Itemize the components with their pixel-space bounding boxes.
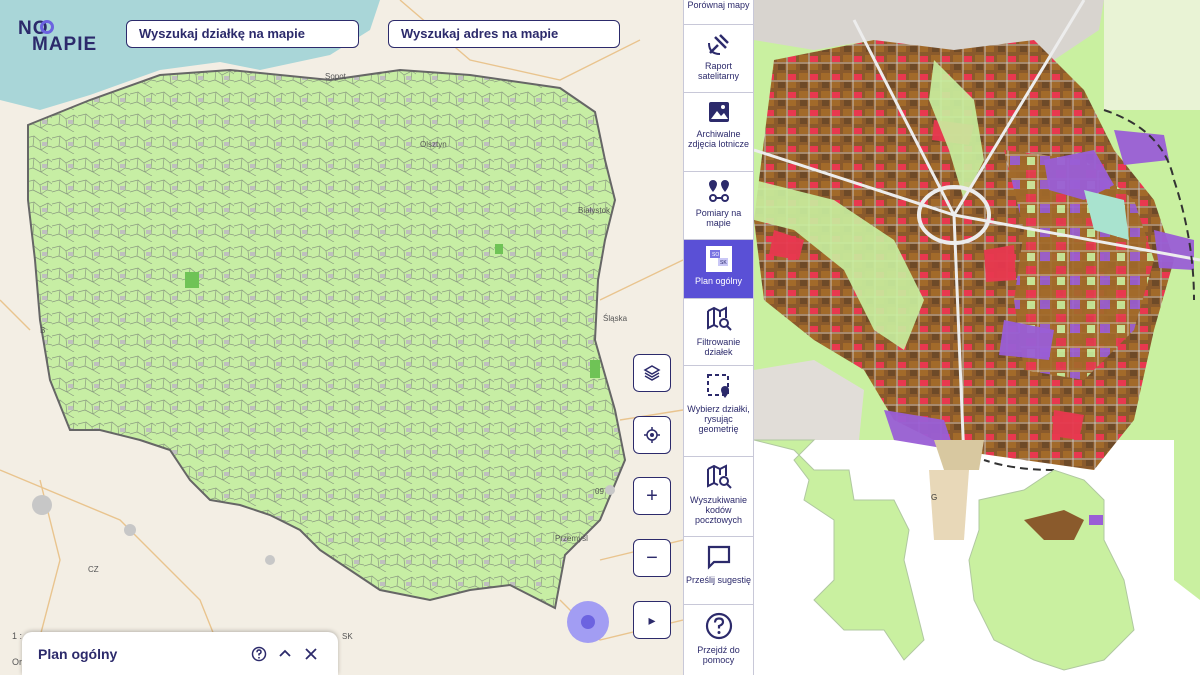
city-highlight [185, 272, 199, 288]
tool-aerial-photos[interactable]: Archiwalne zdjęcia lotnicze [684, 93, 753, 172]
country-shape [27, 68, 627, 610]
tool-general-plan-label: Plan ogólny [694, 276, 743, 286]
plan-fragment-label: G [931, 493, 937, 502]
map-view[interactable]: NO MAPIE Wyszukaj działkę na mapie Wyszu… [0, 0, 683, 675]
collapse-icon[interactable] [274, 643, 296, 665]
parcel-search-input[interactable]: Wyszukaj działkę na mapie [126, 20, 359, 48]
tool-compare-maps[interactable]: Porównaj mapy [684, 0, 753, 25]
help-icon[interactable] [248, 643, 270, 665]
tool-general-plan[interactable]: SO SK Plan ogólny [684, 240, 753, 299]
zoom-in-button[interactable]: + [633, 477, 671, 515]
tool-aerial-photos-label: Archiwalne zdjęcia lotnicze [687, 129, 750, 149]
layer-panel-title: Plan ogólny [38, 645, 118, 662]
scale-label: 1 : [12, 631, 23, 641]
chat-icon [581, 615, 595, 629]
image-icon [708, 102, 729, 122]
zoning-plan-image: G [754, 0, 1200, 675]
tool-measurements[interactable]: Pomiary na mapie [684, 172, 753, 240]
map-label-slaska: Śląska [603, 314, 628, 323]
zoning-plan-preview: G [754, 0, 1200, 675]
address-search-input[interactable]: Wyszukaj adres na mapie [388, 20, 620, 48]
layers-button[interactable] [633, 354, 671, 392]
plan-badge-so: SO [712, 252, 719, 258]
general-plan-icon: SOSK [705, 246, 732, 272]
map-label-b: B [40, 326, 46, 335]
app-logo[interactable]: NO MAPIE [18, 18, 108, 58]
tool-satellite-report[interactable]: Raport satelitarny [684, 25, 753, 93]
tool-compare-maps-label: Porównaj mapy [687, 0, 750, 10]
map-label-bialystok: Białystok [578, 206, 611, 215]
map-label-olsztyn: Olsztyn [420, 140, 447, 149]
satellite-icon [707, 34, 729, 55]
tool-help-label: Przejdź do pomocy [697, 645, 740, 665]
chat-assistant-button[interactable] [567, 601, 609, 643]
locate-button[interactable] [633, 416, 671, 454]
help-circle-icon [705, 612, 732, 640]
attribution-label[interactable]: Or [12, 657, 22, 667]
tool-postal-codes[interactable]: Wyszukiwanie kodów pocztowych [684, 457, 753, 537]
layer-panel[interactable]: Plan ogólny [22, 632, 338, 675]
map-canvas[interactable] [0, 0, 683, 675]
map-label-sk: SK [342, 632, 353, 641]
measure-pins-icon [708, 180, 729, 202]
plan-badge-sk: SK [720, 260, 727, 266]
message-icon [707, 545, 730, 570]
tool-help[interactable]: Przejdź do pomocy [684, 605, 753, 675]
locate-icon [644, 427, 660, 443]
tool-send-suggestion[interactable]: Prześlij sugestię [684, 537, 753, 605]
tool-postal-codes-label: Wyszukiwanie kodów pocztowych [690, 495, 747, 525]
tool-draw-selection-label: Wybierz działki, rysując geometrię [687, 404, 750, 434]
map-label-road-09: 09 [595, 487, 604, 496]
tools-sidebar: Porównaj mapy Raport satelitarny Archiwa… [683, 0, 754, 675]
layers-icon [643, 365, 661, 381]
map-label-sopot: Sopot [325, 72, 346, 81]
tool-filter-parcels-label: Filtrowanie działek [696, 337, 741, 357]
tool-send-suggestion-label: Prześlij sugestię [685, 575, 752, 585]
select-area-icon [706, 374, 729, 398]
tool-draw-selection[interactable]: Wybierz działki, rysując geometrię [684, 366, 753, 457]
tool-filter-parcels[interactable]: Filtrowanie działek [684, 299, 753, 366]
logo-pin-icon [40, 20, 54, 34]
map-search-icon [706, 306, 732, 331]
map-label-cz: CZ [88, 565, 99, 574]
map-label-przemysl: Przemyśl [555, 534, 588, 543]
logo-text-line2: MAPIE [32, 34, 98, 55]
expand-button[interactable]: ▸ [633, 601, 671, 639]
close-icon[interactable] [300, 643, 322, 665]
tool-satellite-report-label: Raport satelitarny [697, 61, 740, 81]
tool-measurements-label: Pomiary na mapie [695, 208, 742, 228]
postal-search-icon [706, 464, 732, 489]
zoom-out-button[interactable]: − [633, 539, 671, 577]
